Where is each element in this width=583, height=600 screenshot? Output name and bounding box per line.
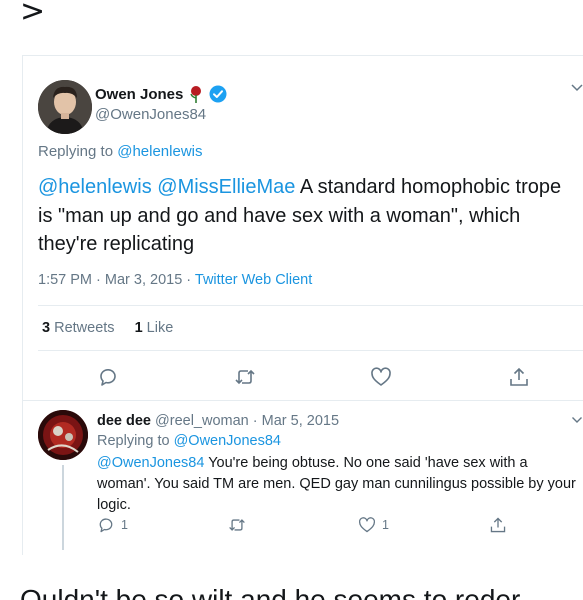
- author-handle[interactable]: @OwenJones84: [95, 106, 206, 123]
- bottom-caption: Ouldn't be so wilt and he seems to reder: [20, 584, 521, 600]
- author-name[interactable]: Owen Jones: [95, 85, 227, 103]
- chevron-down-icon[interactable]: [570, 82, 583, 92]
- tweet-text: @helenlewis @MissEllieMae A standard hom…: [38, 173, 573, 259]
- reply-replying-handle-link[interactable]: @OwenJones84: [174, 433, 281, 449]
- author-name-text[interactable]: Owen Jones: [95, 86, 183, 103]
- reply-like-count: 1: [382, 518, 389, 532]
- retweet-icon[interactable]: [234, 366, 256, 388]
- reply-like-button[interactable]: 1: [358, 516, 389, 534]
- reply-share-button[interactable]: [489, 516, 507, 534]
- mention-link[interactable]: @helenlewis: [38, 176, 152, 198]
- heart-icon[interactable]: [370, 366, 392, 388]
- reply-replying-prefix: Replying to: [97, 433, 170, 449]
- reply-actions: 1 1: [0, 516, 583, 536]
- reply-icon[interactable]: [97, 366, 119, 388]
- reply-header: dee dee @reel_woman · Mar 5, 2015: [97, 413, 339, 429]
- chevron-down-icon[interactable]: [571, 415, 583, 424]
- client-link[interactable]: Twitter Web Client: [195, 272, 312, 288]
- retweet-count: 3: [42, 320, 51, 336]
- divider: [38, 350, 583, 351]
- reply-retweet-button[interactable]: [228, 516, 246, 534]
- back-chevron[interactable]: >: [20, 0, 45, 29]
- like-label: Like: [146, 320, 174, 336]
- rose-icon: [189, 85, 203, 103]
- share-icon: [490, 517, 506, 533]
- tweet-stats: 3 Retweets 1 Like: [42, 320, 173, 336]
- retweet-icon: [229, 519, 245, 531]
- reply-text: @OwenJones84 You're being obtuse. No one…: [97, 453, 581, 516]
- reply-date[interactable]: · Mar 5, 2015: [249, 413, 339, 429]
- reply-reply-button[interactable]: 1: [97, 516, 128, 534]
- reply-avatar[interactable]: [38, 410, 88, 460]
- divider: [38, 305, 583, 306]
- share-icon[interactable]: [508, 366, 530, 388]
- tweet-meta: 1:57 PM · Mar 3, 2015 · Twitter Web Clie…: [38, 272, 312, 288]
- likes-stat[interactable]: 1 Like: [135, 320, 174, 336]
- avatar[interactable]: [38, 80, 92, 134]
- reply-reply-count: 1: [121, 518, 128, 532]
- like-count: 1: [134, 320, 143, 336]
- heart-icon: [358, 517, 376, 533]
- tweet-timestamp[interactable]: 1:57 PM · Mar 3, 2015: [38, 272, 182, 288]
- reply-author-handle[interactable]: @reel_woman: [155, 413, 249, 429]
- replying-handle-link[interactable]: @helenlewis: [117, 143, 202, 160]
- reply-author-name[interactable]: dee dee: [97, 413, 151, 429]
- verified-icon: [209, 85, 227, 103]
- retweet-label: Retweets: [54, 320, 115, 336]
- meta-separator: ·: [182, 272, 195, 288]
- reply-replying-to: Replying to @OwenJones84: [97, 433, 281, 449]
- mention-link[interactable]: @OwenJones84: [97, 455, 204, 471]
- reply-icon: [99, 518, 113, 533]
- divider: [22, 400, 583, 401]
- thread-line: [62, 465, 64, 550]
- retweets-stat[interactable]: 3 Retweets: [42, 320, 115, 336]
- tweet-actions: [0, 366, 583, 390]
- mention-link[interactable]: @MissEllieMae: [157, 176, 295, 198]
- replying-prefix: Replying to: [38, 143, 114, 160]
- replying-to: Replying to @helenlewis: [38, 143, 203, 160]
